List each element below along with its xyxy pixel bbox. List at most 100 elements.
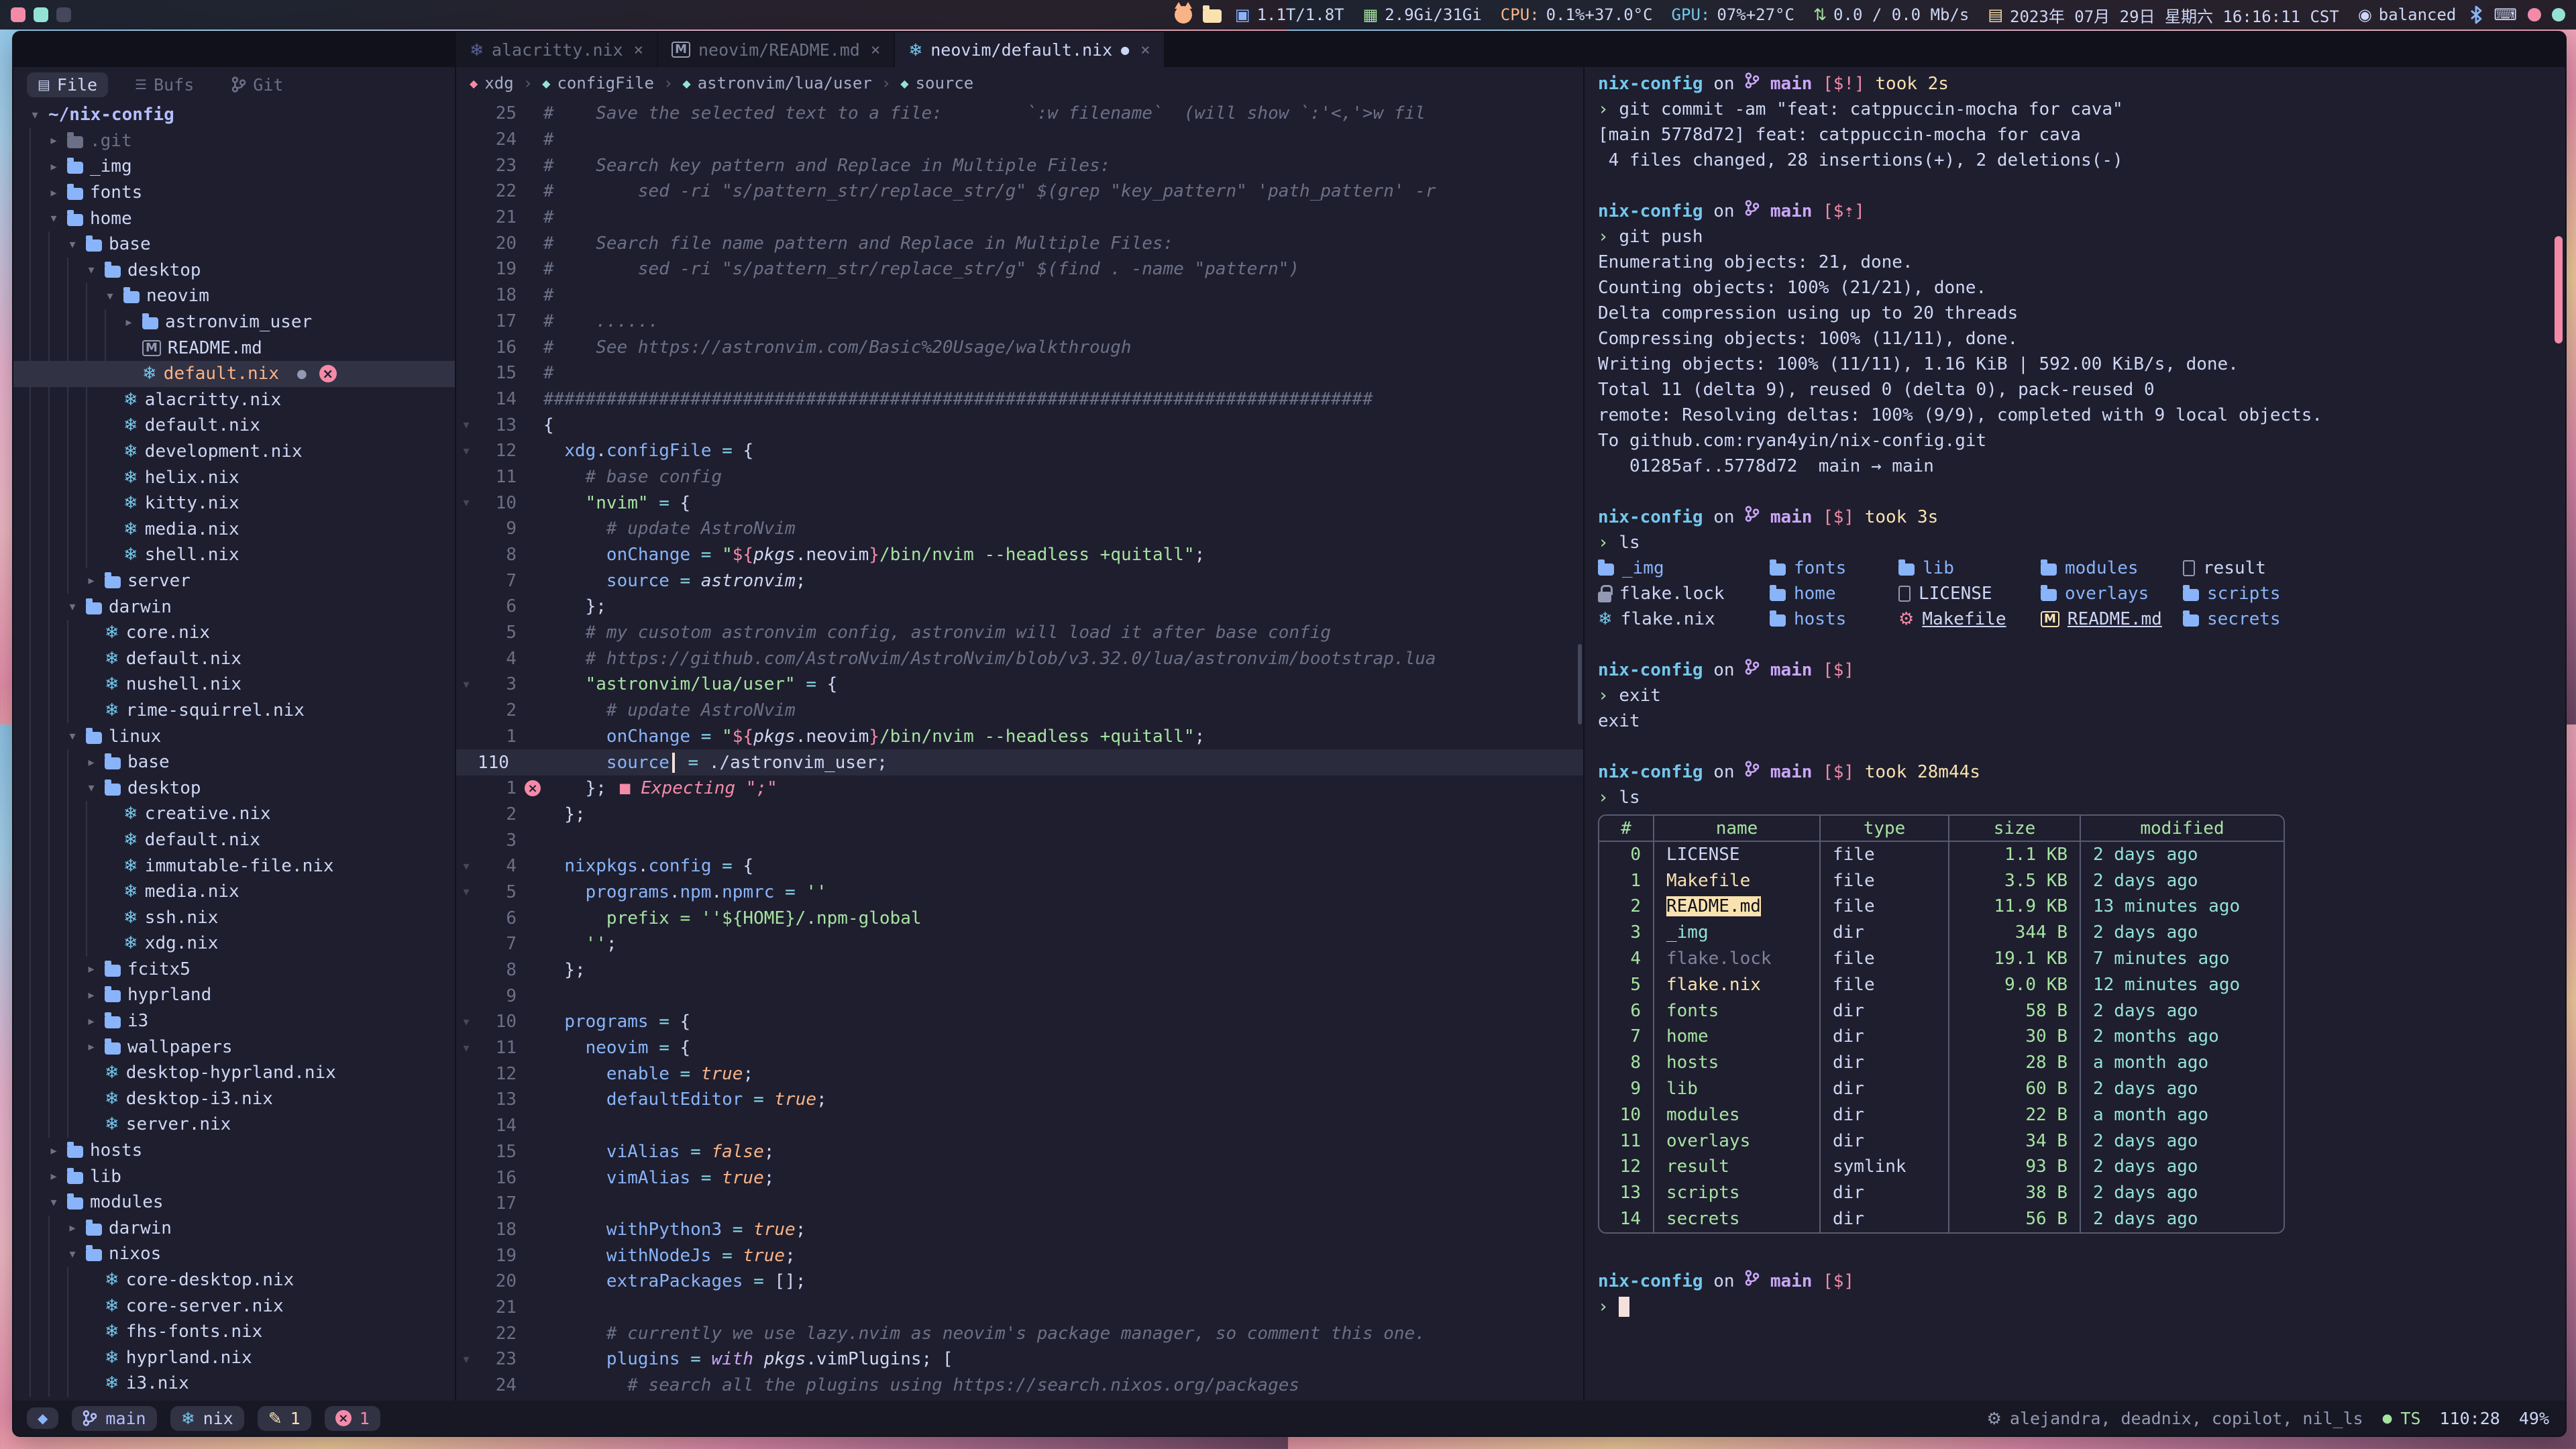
editor-line[interactable]: 19 withNodeJs = true; xyxy=(456,1242,1583,1269)
editor-line[interactable]: 8 }; xyxy=(456,957,1583,983)
editor-line[interactable]: ▾23 plugins = with pkgs.vimPlugins; [ xyxy=(456,1346,1583,1373)
editor-line[interactable]: 25# Save the selected text to a file: `:… xyxy=(456,101,1583,127)
editor-line[interactable]: 18 withPython3 = true; xyxy=(456,1217,1583,1243)
tree-item-media.nix[interactable]: ❄media.nix xyxy=(13,879,455,905)
breadcrumb-item[interactable]: ◆astronvim/lua/user xyxy=(682,74,871,93)
folder-tray-icon[interactable] xyxy=(1203,9,1222,23)
file-explorer[interactable]: ▤File☰BufsGit ▾~/nix-config▸.git▸_img▸fo… xyxy=(13,67,456,1401)
chevron-down-icon[interactable]: ▾ xyxy=(66,600,79,614)
tree-item-nushell.nix[interactable]: ❄nushell.nix xyxy=(13,672,455,698)
tree-item-README.md[interactable]: MREADME.md xyxy=(13,335,455,361)
chevron-right-icon[interactable]: ▸ xyxy=(47,160,60,174)
tree-item-hyprland.nix[interactable]: ❄hyprland.nix xyxy=(13,1345,455,1371)
chevron-right-icon[interactable]: ▸ xyxy=(85,1014,98,1028)
editor-line[interactable]: 14######################################… xyxy=(456,386,1583,413)
editor-line[interactable]: 9 xyxy=(456,983,1583,1009)
chevron-right-icon[interactable]: ▸ xyxy=(85,1040,98,1054)
close-icon[interactable]: × xyxy=(634,40,643,59)
terminal-pane[interactable]: nix-config on main [$!] took 2s› git com… xyxy=(1585,67,2565,1401)
tree-item-kitty.nix[interactable]: ❄kitty.nix xyxy=(13,490,455,517)
editor-line[interactable]: 12 enable = true; xyxy=(456,1061,1583,1087)
tab-neovim/default.nix[interactable]: ❄neovim/default.nix●× xyxy=(895,32,1165,67)
editor-line[interactable]: ▾10 programs = { xyxy=(456,1009,1583,1035)
tree-item-fhs-fonts.nix[interactable]: ❄fhs-fonts.nix xyxy=(13,1319,455,1345)
tree-source-tab-bufs[interactable]: ☰Bufs xyxy=(124,72,205,97)
editor-line[interactable]: 22 # currently we use lazy.nvim as neovi… xyxy=(456,1320,1583,1346)
editor-line[interactable]: 110 source = ./astronvim_user; xyxy=(456,749,1583,775)
tree-item-neovim[interactable]: ▾neovim xyxy=(13,283,455,309)
editor-line[interactable]: 21# xyxy=(456,205,1583,231)
editor-line[interactable]: 17 xyxy=(456,1191,1583,1217)
tree-item-development.nix[interactable]: ❄development.nix xyxy=(13,439,455,465)
editor-line[interactable]: 15 viAlias = false; xyxy=(456,1139,1583,1165)
tree-source-tab-git[interactable]: Git xyxy=(221,72,294,97)
chevron-right-icon[interactable]: ▸ xyxy=(47,1169,60,1183)
tree-item-fcitx5[interactable]: ▸fcitx5 xyxy=(13,957,455,983)
editor-line[interactable]: 2 # update AstroNvim xyxy=(456,698,1583,724)
tree-item-desktop[interactable]: ▾desktop xyxy=(13,258,455,284)
fold-chevron-icon[interactable]: ▾ xyxy=(456,1015,476,1029)
tray-right[interactable]: ⌨ xyxy=(2469,5,2565,24)
editor-line[interactable]: 21 xyxy=(456,1295,1583,1321)
editor-line[interactable]: 8 onChange = "${pkgs.neovim}/bin/nvim --… xyxy=(456,542,1583,568)
fold-chevron-icon[interactable]: ▾ xyxy=(456,444,476,458)
chevron-right-icon[interactable]: ▸ xyxy=(66,1221,79,1235)
tree-item-core-server.nix[interactable]: ❄core-server.nix xyxy=(13,1293,455,1319)
tree-item-~/nix-config[interactable]: ▾~/nix-config xyxy=(13,102,455,128)
editor-line[interactable]: 13 defaultEditor = true; xyxy=(456,1087,1583,1113)
tree-item-darwin[interactable]: ▸darwin xyxy=(13,1216,455,1242)
editor-line[interactable]: 4 # https://github.com/AstroNvim/AstroNv… xyxy=(456,645,1583,672)
cat-tray-icon[interactable] xyxy=(1175,6,1192,23)
fold-chevron-icon[interactable]: ▾ xyxy=(456,885,476,899)
tree-item-server[interactable]: ▸server xyxy=(13,568,455,594)
tree-item-modules[interactable]: ▾modules xyxy=(13,1189,455,1216)
editor-line[interactable]: 18# xyxy=(456,282,1583,309)
editor-line[interactable]: 7 ''; xyxy=(456,931,1583,957)
editor-line[interactable]: ▾11 neovim = { xyxy=(456,1035,1583,1061)
editor-line[interactable]: ▾3 "astronvim/lua/user" = { xyxy=(456,672,1583,698)
editor-line[interactable]: 19# sed -ri "s/pattern_str/replace_str/g… xyxy=(456,256,1583,282)
fold-chevron-icon[interactable]: ▾ xyxy=(456,418,476,432)
editor-line[interactable]: 16# See https://astronvim.com/Basic%20Us… xyxy=(456,334,1583,360)
editor-line[interactable]: 5 # my cusotom astronvim config, astronv… xyxy=(456,620,1583,646)
chevron-down-icon[interactable]: ▾ xyxy=(66,1247,79,1261)
tree-item-.git[interactable]: ▸.git xyxy=(13,128,455,154)
editor-line[interactable]: ▾4 nixpkgs.config = { xyxy=(456,853,1583,879)
fold-chevron-icon[interactable]: ▾ xyxy=(456,678,476,692)
tree-item-creative.nix[interactable]: ❄creative.nix xyxy=(13,801,455,827)
chevron-right-icon[interactable]: ▸ xyxy=(122,315,136,329)
terminal-scrollbar-thumb[interactable] xyxy=(2555,236,2563,343)
chevron-right-icon[interactable]: ▸ xyxy=(47,133,60,148)
editor-line[interactable]: 1× };■ Expecting ";" xyxy=(456,775,1583,802)
chevron-down-icon[interactable]: ▾ xyxy=(47,1195,60,1210)
editor-line[interactable]: 9 # update AstroNvim xyxy=(456,516,1583,542)
editor-line[interactable]: ▾10 "nvim" = { xyxy=(456,490,1583,516)
tree-item-_img[interactable]: ▸_img xyxy=(13,154,455,180)
editor-line[interactable]: 15# xyxy=(456,360,1583,386)
editor-line[interactable]: 17# ...... xyxy=(456,309,1583,335)
tree-item-default.nix[interactable]: ❄default.nix xyxy=(13,827,455,853)
tree-item-desktop[interactable]: ▾desktop xyxy=(13,775,455,801)
close-icon[interactable]: × xyxy=(1140,40,1150,59)
tree-item-shell.nix[interactable]: ❄shell.nix xyxy=(13,542,455,568)
tree-item-desktop-hyprland.nix[interactable]: ❄desktop-hyprland.nix xyxy=(13,1060,455,1086)
chevron-down-icon[interactable]: ▾ xyxy=(66,237,79,252)
tree-item-server.nix[interactable]: ❄server.nix xyxy=(13,1112,455,1138)
chevron-right-icon[interactable]: ▸ xyxy=(47,1144,60,1158)
workspace-indicator[interactable] xyxy=(34,7,48,22)
chevron-down-icon[interactable]: ▾ xyxy=(47,211,60,225)
editor-scrollbar[interactable] xyxy=(1578,644,1582,724)
breadcrumb-item[interactable]: ◆configFile xyxy=(542,74,654,93)
workspace-indicator[interactable] xyxy=(56,7,71,22)
tree-item-lib[interactable]: ▸lib xyxy=(13,1163,455,1189)
editor-line[interactable]: 6 prefix = ''${HOME}/.npm-global xyxy=(456,905,1583,931)
chevron-right-icon[interactable]: ▸ xyxy=(85,962,98,976)
editor-line[interactable]: 14 xyxy=(456,1113,1583,1139)
tree-item-wallpapers[interactable]: ▸wallpapers xyxy=(13,1034,455,1060)
workspace-indicators[interactable] xyxy=(11,7,71,22)
editor-line[interactable]: 23# Search key pattern and Replace in Mu… xyxy=(456,152,1583,178)
tree-item-default.nix[interactable]: ❄default.nix xyxy=(13,413,455,439)
tray-left[interactable] xyxy=(1175,6,1222,23)
editor-line[interactable]: 6 }; xyxy=(456,594,1583,620)
tree-item-darwin[interactable]: ▾darwin xyxy=(13,594,455,620)
